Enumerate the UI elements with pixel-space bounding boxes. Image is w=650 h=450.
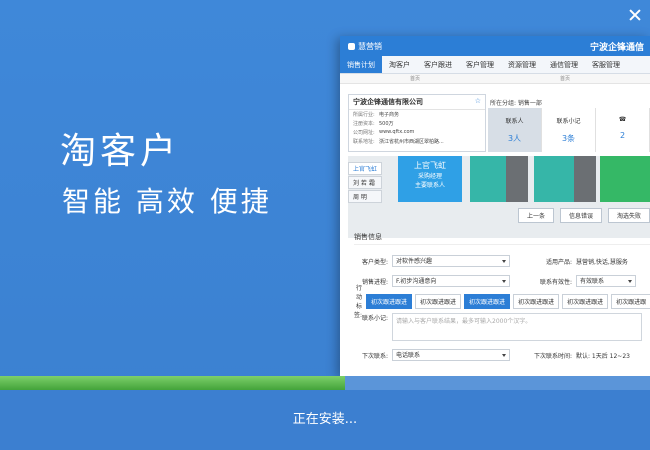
field-label: 联系小记: (361, 315, 388, 322)
action-tag[interactable]: 初次跟进跟进 (366, 293, 413, 309)
app-nav: 销售计划 淘客户 客户跟进 客户管理 资源管理 通信管理 客服管理 (340, 56, 650, 74)
customer-type-select[interactable]: 对软件感兴趣 (392, 255, 510, 267)
stat-calls[interactable]: ☎ 2 (596, 108, 650, 152)
phone-icon: ☎ (618, 116, 627, 123)
customer-field-label: 联系地址: (353, 139, 375, 145)
hero-title: 淘客户 (60, 131, 181, 172)
contact-name[interactable]: 上官飞虹 (348, 162, 383, 175)
contact-card-tag: 主要联系人 (414, 182, 445, 189)
fail-button[interactable]: 淘选失败 (607, 208, 650, 223)
contact-card-role: 采购经理 (417, 173, 442, 180)
customer-card: 宁波企锋通信有限公司 ☆ 所属行业: 电子商务 注册资本: 500万 公司网址: ww… (348, 94, 486, 152)
chat-icon[interactable] (574, 156, 596, 202)
field-label: 下次联系时间: (533, 352, 572, 360)
customer-field-value: 500万 (379, 121, 394, 127)
app-preview-window: 慧营销 宁波企锋通信 销售计划 淘客户 客户跟进 客户管理 资源管理 通信管理 … (340, 36, 650, 376)
form-section-title: 销售信息 (354, 232, 650, 245)
callback-icon[interactable] (534, 156, 574, 202)
nav-item[interactable]: 淘客户 (382, 56, 417, 73)
action-tag[interactable]: 初次跟进跟 (611, 293, 650, 309)
nav-item[interactable]: 客户跟进 (417, 56, 459, 73)
nav-item[interactable]: 客户管理 (459, 56, 501, 73)
message-icon[interactable] (506, 156, 528, 202)
breadcrumb-item[interactable]: 首页 (340, 74, 490, 83)
contact-name[interactable]: 周 明 (348, 190, 383, 203)
close-icon[interactable] (628, 8, 642, 22)
nav-item[interactable]: 客服管理 (585, 56, 627, 73)
breadcrumb-item[interactable]: 首页 (490, 74, 640, 83)
customer-name: 宁波企锋通信有限公司 (353, 98, 423, 106)
field-label: 客户类型: (361, 258, 388, 266)
stat-notes[interactable]: 联系小记 3条 (542, 108, 596, 152)
nav-item[interactable]: 销售计划 (340, 56, 382, 73)
group-label: 所在分组: 销售一部 (490, 100, 542, 107)
app-product-name: 慧营销 (358, 41, 382, 51)
next-contact-select[interactable]: 电话联系 (392, 349, 510, 361)
stat-value: 3条 (561, 134, 576, 143)
sales-progress-select[interactable]: F.初步沟通意向 (392, 275, 510, 287)
contact-card-name: 上官飞虹 (414, 161, 446, 170)
hero-subtitle: 智能 高效 便捷 (62, 185, 272, 218)
action-tag[interactable]: 初次跟进跟进 (415, 293, 462, 309)
field-label: 适用产品: (545, 258, 572, 266)
next-contact-time[interactable]: 默认: 1天后 12~23 (576, 351, 630, 360)
customer-field-value: 浙江省杭州市西湖区翠柏路... (379, 139, 444, 145)
action-bar: 上一条 信息错误 淘选失败 (517, 208, 650, 223)
stat-label: 联系人 (505, 118, 524, 125)
customer-field-label: 所属行业: (353, 112, 375, 118)
customer-field-value: www.qftx.com (379, 129, 415, 135)
field-label: 联系有效性: (539, 278, 572, 286)
prev-button[interactable]: 上一条 (517, 208, 554, 223)
install-progress-fill (0, 376, 345, 390)
validity-select[interactable]: 有效联系 (576, 275, 636, 287)
sales-form: 销售信息 客户类型: 对软件感兴趣 适用产品: 慧营销,快话,慧服务 销售进程:… (354, 232, 650, 365)
customer-field-value: 电子商务 (379, 112, 400, 118)
customer-field-label: 公司网址: (353, 130, 375, 136)
logo-icon (348, 42, 355, 50)
email-icon[interactable] (600, 156, 650, 202)
install-progress-bar (0, 376, 650, 390)
install-status-text: 正在安装... (292, 412, 358, 427)
nav-item[interactable]: 资源管理 (501, 56, 543, 73)
contact-tile-strip: 上官飞虹 刘 若 霜 周 明 上官飞虹 采购经理 主要联系人 (348, 156, 650, 238)
contact-name-list: 上官飞虹 刘 若 霜 周 明 (348, 162, 383, 204)
breadcrumb: 首页 首页 (340, 74, 650, 84)
stat-contacts[interactable]: 联系人 3人 (488, 108, 542, 152)
nav-item[interactable]: 通信管理 (543, 56, 585, 73)
product-value[interactable]: 慧营销,快话,慧服务 (576, 257, 628, 266)
stat-value: 2 (619, 131, 626, 140)
info-error-button[interactable]: 信息错误 (559, 208, 602, 223)
field-label: 下次联系: (361, 352, 388, 360)
app-company-name: 宁波企锋通信 (589, 42, 644, 53)
star-icon[interactable]: ☆ (475, 97, 481, 107)
action-tag[interactable]: 初次跟进跟进 (464, 293, 511, 309)
app-logo: 慧营销 (348, 41, 382, 52)
mobile-phone-icon[interactable] (470, 156, 506, 202)
action-tag[interactable]: 初次跟进跟进 (562, 293, 609, 309)
action-tag[interactable]: 初次跟进跟进 (513, 293, 560, 309)
stat-label: 联系小记 (556, 118, 581, 125)
contact-card-tile[interactable]: 上官飞虹 采购经理 主要联系人 (398, 156, 462, 202)
stat-tiles: 联系人 3人 联系小记 3条 ☎ 2 (488, 108, 650, 152)
contact-note-textarea[interactable]: 请输入与客户联系结果，最多可输入2000个汉字。 (392, 313, 642, 341)
customer-field-label: 注册资本: (353, 121, 375, 127)
app-titlebar: 慧营销 宁波企锋通信 (340, 36, 650, 56)
stat-value: 3人 (507, 134, 522, 143)
contact-name[interactable]: 刘 若 霜 (348, 176, 383, 189)
